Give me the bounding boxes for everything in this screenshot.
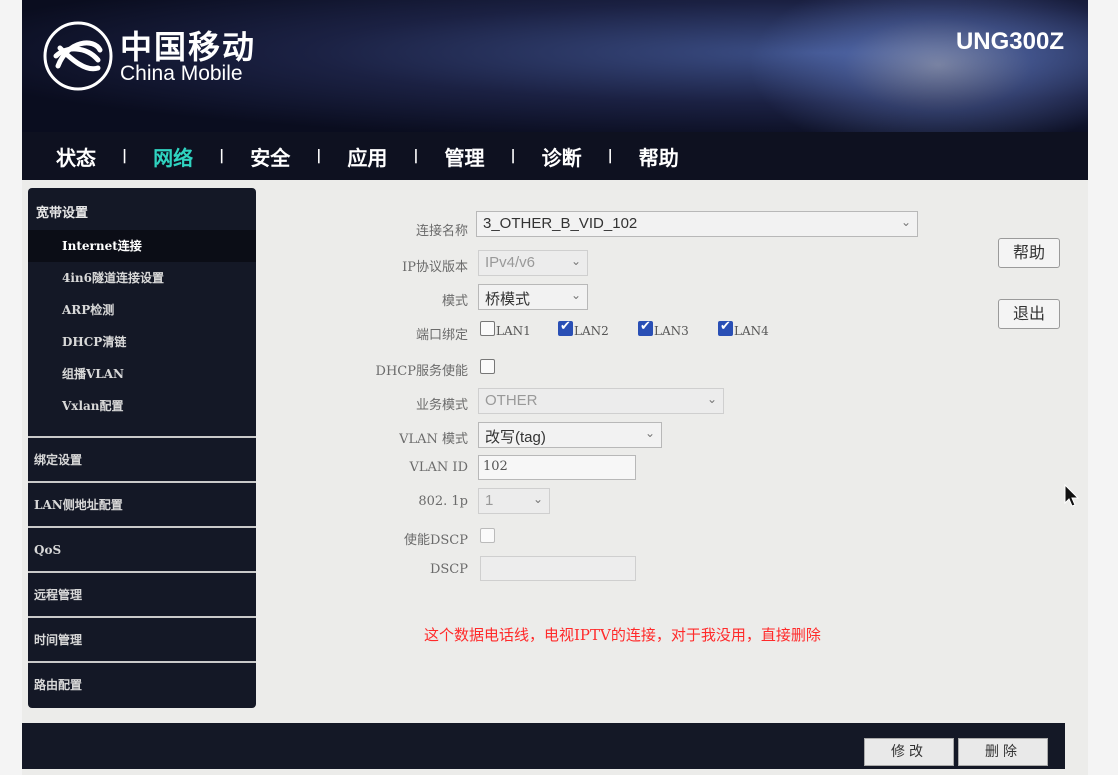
vlan-id-label: VLAN ID <box>409 460 468 475</box>
dscp-enable-label: 使能DSCP <box>403 533 468 548</box>
delete-button[interactable]: 删除 <box>958 738 1048 766</box>
help-button[interactable]: 帮助 <box>998 238 1060 268</box>
chevron-down-icon: ⌄ <box>532 492 543 506</box>
lan4-label: LAN4 <box>734 324 769 338</box>
mouse-cursor-icon <box>1064 484 1080 507</box>
sidebar-group-time[interactable]: 时间管理 <box>28 616 256 661</box>
annotation-note: 这个数据电话线，电视IPTV的连接，对于我没用，直接删除 <box>424 626 821 644</box>
mode-value: 桥模式 <box>485 291 531 308</box>
chevron-down-icon: ⌄ <box>644 426 655 440</box>
sidebar-group-qos[interactable]: QoS <box>28 526 256 571</box>
nav-application[interactable]: 应用 <box>347 142 387 171</box>
chevron-down-icon: ⌄ <box>900 215 911 229</box>
sidebar-item-dhcp[interactable]: DHCP清链 <box>28 326 256 358</box>
nav-network[interactable]: 网络 <box>153 142 193 171</box>
lan1-checkbox[interactable] <box>480 321 495 336</box>
sidebar-item-4in6-tunnel[interactable]: 4in6隧道连接设置 <box>28 262 256 294</box>
header-banner: 中国移动 China Mobile UNG300Z <box>22 0 1088 132</box>
priority-8021p-select[interactable]: 1 ⌄ <box>478 488 550 514</box>
nav-status[interactable]: 状态 <box>56 142 96 171</box>
dscp-label: DSCP <box>429 562 468 577</box>
nav-management[interactable]: 管理 <box>445 142 485 171</box>
ip-version-value: IPv4/v6 <box>485 254 536 271</box>
sidebar-group-binding[interactable]: 绑定设置 <box>28 436 256 481</box>
sidebar-item-internet[interactable]: Internet连接 <box>28 230 256 262</box>
chevron-down-icon: ⌄ <box>570 254 581 268</box>
lan3-checkbox[interactable] <box>638 319 653 336</box>
sidebar-item-arp[interactable]: ARP检测 <box>28 294 256 326</box>
nav-separator: | <box>316 148 322 164</box>
priority-8021p-label: 802. 1p <box>418 494 468 509</box>
device-model: UNG300Z <box>955 28 1064 55</box>
sidebar-item-vxlan[interactable]: Vxlan配置 <box>28 390 256 422</box>
lan4-checkbox[interactable] <box>718 319 733 336</box>
dscp-enable-checkbox[interactable] <box>480 528 495 543</box>
service-mode-label: 业务模式 <box>415 398 468 413</box>
lan3-label: LAN3 <box>654 324 689 338</box>
nav-separator: | <box>607 148 613 164</box>
nav-security[interactable]: 安全 <box>250 142 290 171</box>
chevron-down-icon: ⌄ <box>706 392 717 406</box>
port-binding-label: 端口绑定 <box>415 328 468 343</box>
lan1-label: LAN1 <box>496 324 531 338</box>
chevron-down-icon: ⌄ <box>570 288 581 302</box>
sidebar-section-broadband[interactable]: 宽带设置 <box>28 188 256 230</box>
vlan-mode-value: 改写(tag) <box>485 429 546 446</box>
connection-name-select[interactable]: 3_OTHER_B_VID_102 ⌄ <box>476 211 918 237</box>
sidebar-group-routing[interactable]: 路由配置 <box>28 661 256 706</box>
dhcp-service-label: DHCP服务使能 <box>375 364 468 379</box>
sidebar: 宽带设置 Internet连接 4in6隧道连接设置 ARP检测 DHCP清链 … <box>28 188 256 708</box>
header-glow <box>748 0 1088 132</box>
sidebar-group-remote[interactable]: 远程管理 <box>28 571 256 616</box>
exit-button[interactable]: 退出 <box>998 299 1060 329</box>
mode-select[interactable]: 桥模式 ⌄ <box>478 284 588 310</box>
sidebar-item-multicast-vlan[interactable]: 组播VLAN <box>28 358 256 390</box>
nav-separator: | <box>413 148 419 164</box>
priority-8021p-value: 1 <box>485 492 494 509</box>
service-mode-select[interactable]: OTHER ⌄ <box>478 388 724 414</box>
ip-version-select[interactable]: IPv4/v6 ⌄ <box>478 250 588 276</box>
brand-english-name: China Mobile <box>120 62 243 85</box>
router-admin-window: 中国移动 China Mobile UNG300Z 状态 | 网络 | 安全 |… <box>22 0 1088 775</box>
vlan-mode-label: VLAN 模式 <box>399 432 468 447</box>
sidebar-group-lan-address[interactable]: LAN侧地址配置 <box>28 481 256 526</box>
vlan-mode-select[interactable]: 改写(tag) ⌄ <box>478 422 662 448</box>
dhcp-service-checkbox[interactable] <box>480 359 495 374</box>
lan2-label: LAN2 <box>574 324 609 338</box>
modify-button[interactable]: 修改 <box>864 738 954 766</box>
connection-name-label: 连接名称 <box>415 224 468 239</box>
ip-version-label: IP协议版本 <box>402 260 468 275</box>
vlan-id-input[interactable]: 102 <box>478 455 636 480</box>
china-mobile-logo-icon <box>43 21 113 91</box>
nav-help[interactable]: 帮助 <box>639 142 679 171</box>
nav-separator: | <box>510 148 516 164</box>
nav-diagnosis[interactable]: 诊断 <box>542 142 582 171</box>
nav-separator: | <box>122 148 128 164</box>
lan2-checkbox[interactable] <box>558 319 573 336</box>
connection-name-value: 3_OTHER_B_VID_102 <box>483 215 638 232</box>
nav-separator: | <box>219 148 225 164</box>
top-navigation: 状态 | 网络 | 安全 | 应用 | 管理 | 诊断 | 帮助 <box>22 132 1088 180</box>
mode-label: 模式 <box>441 294 468 309</box>
dscp-input[interactable] <box>480 556 636 581</box>
service-mode-value: OTHER <box>485 392 538 409</box>
